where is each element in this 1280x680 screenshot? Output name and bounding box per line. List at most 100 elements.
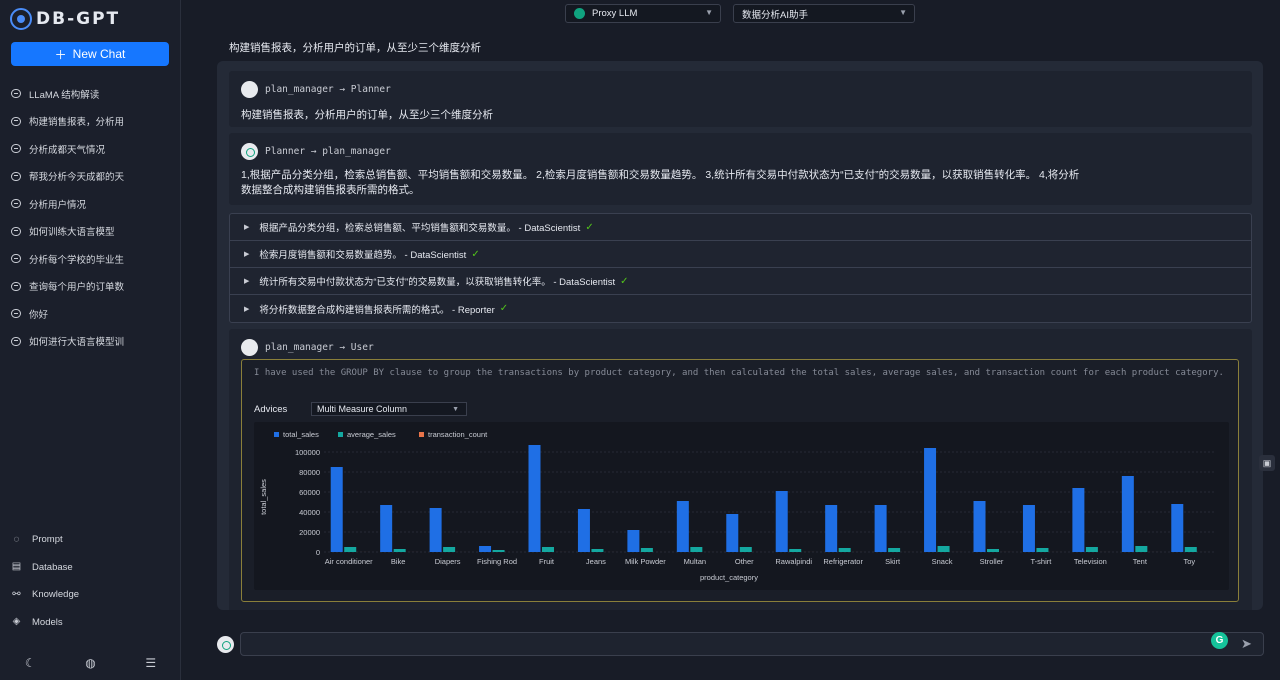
message-user: plan_manager → User I have used the GROU… <box>229 329 1252 610</box>
bar <box>789 549 802 552</box>
bar <box>577 509 590 552</box>
legend-swatch <box>419 432 424 437</box>
scene-select[interactable]: 数据分析AI助手 ▼ <box>733 4 915 23</box>
language-globe-icon[interactable]: ◍ <box>85 656 95 670</box>
legend-label: average_sales <box>347 430 396 439</box>
send-icon[interactable]: ➤ <box>1241 636 1252 652</box>
advices-select[interactable]: Multi Measure Column ▼ <box>311 402 467 416</box>
history-item[interactable]: 如何进行大语言模型训 <box>0 328 181 356</box>
chat-bubble-icon <box>11 171 21 181</box>
history-item[interactable]: 分析每个学校的毕业生 <box>0 245 181 273</box>
bar <box>492 550 505 552</box>
chat-bubble-icon <box>11 226 21 236</box>
bar <box>330 467 343 552</box>
bar <box>676 501 689 552</box>
x-tick-label: Air conditioner <box>325 557 373 566</box>
history-item-label: 你好 <box>29 309 49 321</box>
avatar <box>241 143 258 160</box>
chat-icon: ◌ <box>13 533 20 545</box>
model-select[interactable]: Proxy LLM ▼ <box>565 4 721 23</box>
nav-knowledge[interactable]: ⚯ Knowledge <box>0 581 181 609</box>
history-item[interactable]: 你好 <box>0 300 181 328</box>
bar <box>528 445 541 552</box>
logo-text: DB-GPT <box>36 9 121 29</box>
plan-step[interactable]: ▶ 将分析数据整合成构建销售报表所需的格式。 - Reporter ✓ <box>230 295 1251 322</box>
history-item[interactable]: 分析用户情况 <box>0 190 181 218</box>
y-axis-label: total_sales <box>259 479 268 515</box>
sidebar: DB-GPT ＋ New Chat LLaMA 结构解读 构建销售报表，分析用 … <box>0 0 181 680</box>
nav-models[interactable]: ◈ Models <box>0 609 181 637</box>
grammarly-icon[interactable]: G <box>1211 632 1228 649</box>
new-chat-button[interactable]: ＋ New Chat <box>11 42 169 66</box>
plan-step-label: 统计所有交易中付款状态为“已支付”的交易数量，以获取销售转化率。 - DataS… <box>259 277 616 288</box>
caret-right-icon: ▶ <box>244 278 250 285</box>
nav-label: Prompt <box>32 534 63 546</box>
save-icon[interactable]: ▣ <box>1259 455 1275 471</box>
bar <box>1036 548 1049 552</box>
chat-bubble-icon <box>11 116 21 126</box>
chat-bubble-icon <box>11 199 21 209</box>
bar <box>726 514 739 552</box>
logo: DB-GPT <box>10 8 120 30</box>
message-header: Planner → plan_manager <box>241 143 391 160</box>
theme-moon-icon[interactable]: ☾ <box>25 656 36 670</box>
nav-label: Database <box>32 561 73 573</box>
message-header: plan_manager → User <box>241 339 374 356</box>
message-sender: Planner → plan_manager <box>265 146 391 157</box>
chart-container: total_sales average_sales transaction_coun… <box>254 422 1229 590</box>
history-item-label: 查询每个用户的订单数 <box>29 282 125 294</box>
history-item[interactable]: 帮我分析今天成都的天 <box>0 163 181 191</box>
message-body-line: 数据整合成构建销售报表所需的格式。 <box>241 184 420 196</box>
chat-bubble-icon <box>11 144 21 154</box>
bar <box>1184 547 1197 552</box>
nav-prompt[interactable]: ◌ Prompt <box>0 526 181 554</box>
check-icon: ✓ <box>499 303 509 314</box>
y-tick-label: 80000 <box>299 468 320 477</box>
bar <box>739 547 752 552</box>
chevron-down-icon: ▼ <box>452 406 459 413</box>
history-item[interactable]: 构建销售报表，分析用 <box>0 108 181 136</box>
message-sender: plan_manager → Planner <box>265 84 391 95</box>
chat-bubble-icon <box>11 254 21 264</box>
caret-right-icon: ▶ <box>244 251 250 258</box>
message-body-line: 1,根据产品分类分组，检索总销售额、平均销售额和交易数量。 2,检索月度销售额和… <box>241 169 1080 181</box>
plan-steps: ▶ 根据产品分类分组，检索总销售额、平均销售额和交易数量。 - DataScien… <box>229 213 1252 323</box>
bar <box>380 505 393 552</box>
plan-step-label: 检索月度销售额和交易数量趋势。 - DataScientist <box>259 250 467 261</box>
history-item[interactable]: LLaMA 结构解读 <box>0 80 181 108</box>
result-panel: I have used the GROUP BY clause to group… <box>241 359 1239 602</box>
avatar <box>241 339 258 356</box>
app-root: DB-GPT ＋ New Chat LLaMA 结构解读 构建销售报表，分析用 … <box>0 0 1280 680</box>
y-tick-label: 40000 <box>299 508 320 517</box>
x-tick-label: Diapers <box>435 557 461 566</box>
history-item[interactable]: 如何训练大语言模型 <box>0 218 181 246</box>
chat-input[interactable] <box>241 633 1263 655</box>
message-plan: Planner → plan_manager 1,根据产品分类分组，检索总销售额… <box>229 133 1252 205</box>
plan-step[interactable]: ▶ 根据产品分类分组，检索总销售额、平均销售额和交易数量。 - DataScien… <box>230 214 1251 241</box>
x-tick-label: Skirt <box>885 557 901 566</box>
history-item[interactable]: 查询每个用户的订单数 <box>0 273 181 301</box>
bar <box>874 505 887 552</box>
legend-label: transaction_count <box>428 430 488 439</box>
x-tick-label: Tent <box>1133 557 1148 566</box>
bar <box>1085 547 1098 552</box>
collapse-menu-icon[interactable]: ☰ <box>145 656 156 670</box>
x-tick-label: Fruit <box>539 557 555 566</box>
check-icon: ✓ <box>471 248 480 260</box>
message-body: 构建销售报表，分析用户的订单，从至少三个维度分析 <box>241 109 493 121</box>
nav-database[interactable]: ▤ Database <box>0 554 181 582</box>
bar <box>1121 476 1134 552</box>
message-body: 1,根据产品分类分组，检索总销售额、平均销售额和交易数量。 2,检索月度销售额和… <box>241 168 1079 198</box>
logo-icon <box>10 8 32 30</box>
x-axis-label: product_category <box>700 573 758 582</box>
sidebar-footer: ☾ ◍ ☰ <box>0 652 181 674</box>
x-tick-label: Rawalpindi <box>775 557 812 566</box>
plan-step[interactable]: ▶ 统计所有交易中付款状态为“已支付”的交易数量，以获取销售转化率。 - Data… <box>230 268 1251 295</box>
check-icon: ✓ <box>620 275 629 287</box>
bar <box>1022 505 1035 552</box>
nav-label: Models <box>32 616 63 628</box>
history-item-label: 构建销售报表，分析用 <box>29 117 125 129</box>
user-question: 构建销售报表，分析用户的订单，从至少三个维度分析 <box>229 42 481 54</box>
plan-step[interactable]: ▶ 检索月度销售额和交易数量趋势。 - DataScientist ✓ <box>230 241 1251 268</box>
history-item[interactable]: 分析成都天气情况 <box>0 135 181 163</box>
